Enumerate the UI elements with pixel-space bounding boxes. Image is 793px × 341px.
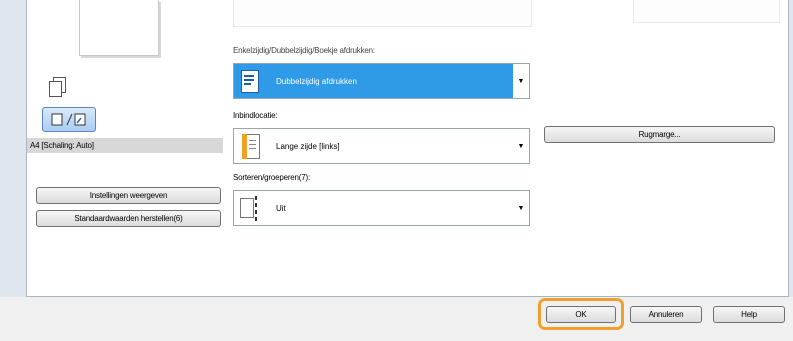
dialog-footer: OK Annuleren Help xyxy=(0,297,793,341)
chevron-down-icon[interactable]: ▼ xyxy=(513,78,529,85)
help-button[interactable]: Help xyxy=(713,306,785,323)
collate-icon xyxy=(240,194,262,222)
ok-button[interactable]: OK xyxy=(546,306,616,323)
print-mode-selected: Dubbelzijdig afdrukken xyxy=(234,64,513,98)
sort-value: Uit xyxy=(276,203,286,213)
page-flip-icon xyxy=(51,113,86,126)
binding-value: Lange zijde [links] xyxy=(276,141,340,151)
binding-page-icon xyxy=(240,132,262,160)
top-faded-button xyxy=(633,0,780,23)
dialog-panel: A4 [Schaling: Auto] Instellingen weergev… xyxy=(26,0,789,297)
stacked-pages-icon xyxy=(49,77,66,97)
print-mode-value: Dubbelzijdig afdrukken xyxy=(276,76,357,86)
print-mode-combo[interactable]: Dubbelzijdig afdrukken ▼ xyxy=(233,63,530,99)
top-faded-combo xyxy=(233,0,532,27)
duplex-print-icon xyxy=(240,67,262,95)
gutter-button[interactable]: Rugmarge... xyxy=(544,126,775,143)
restore-defaults-button[interactable]: Standaardwaarden herstellen(6) xyxy=(36,210,221,227)
page-preview xyxy=(79,0,159,56)
scale-label-bar: A4 [Schaling: Auto] xyxy=(27,138,223,153)
chevron-down-icon[interactable]: ▼ xyxy=(513,205,529,212)
binding-label: Inbindlocatie: xyxy=(233,111,278,120)
scale-label: A4 [Schaling: Auto] xyxy=(30,141,94,150)
chevron-down-icon[interactable]: ▼ xyxy=(513,143,529,150)
cancel-button[interactable]: Annuleren xyxy=(630,306,702,323)
binding-combo[interactable]: Lange zijde [links] ▼ xyxy=(233,128,530,164)
duplex-orientation-button[interactable] xyxy=(42,107,96,132)
sort-combo[interactable]: Uit ▼ xyxy=(233,190,530,226)
print-mode-label: Enkelzijdig/Dubbelzijdig/Boekje afdrukke… xyxy=(233,46,375,55)
sort-label: Sorteren/groeperen(7): xyxy=(233,173,310,182)
show-settings-button[interactable]: Instellingen weergeven xyxy=(36,187,221,204)
